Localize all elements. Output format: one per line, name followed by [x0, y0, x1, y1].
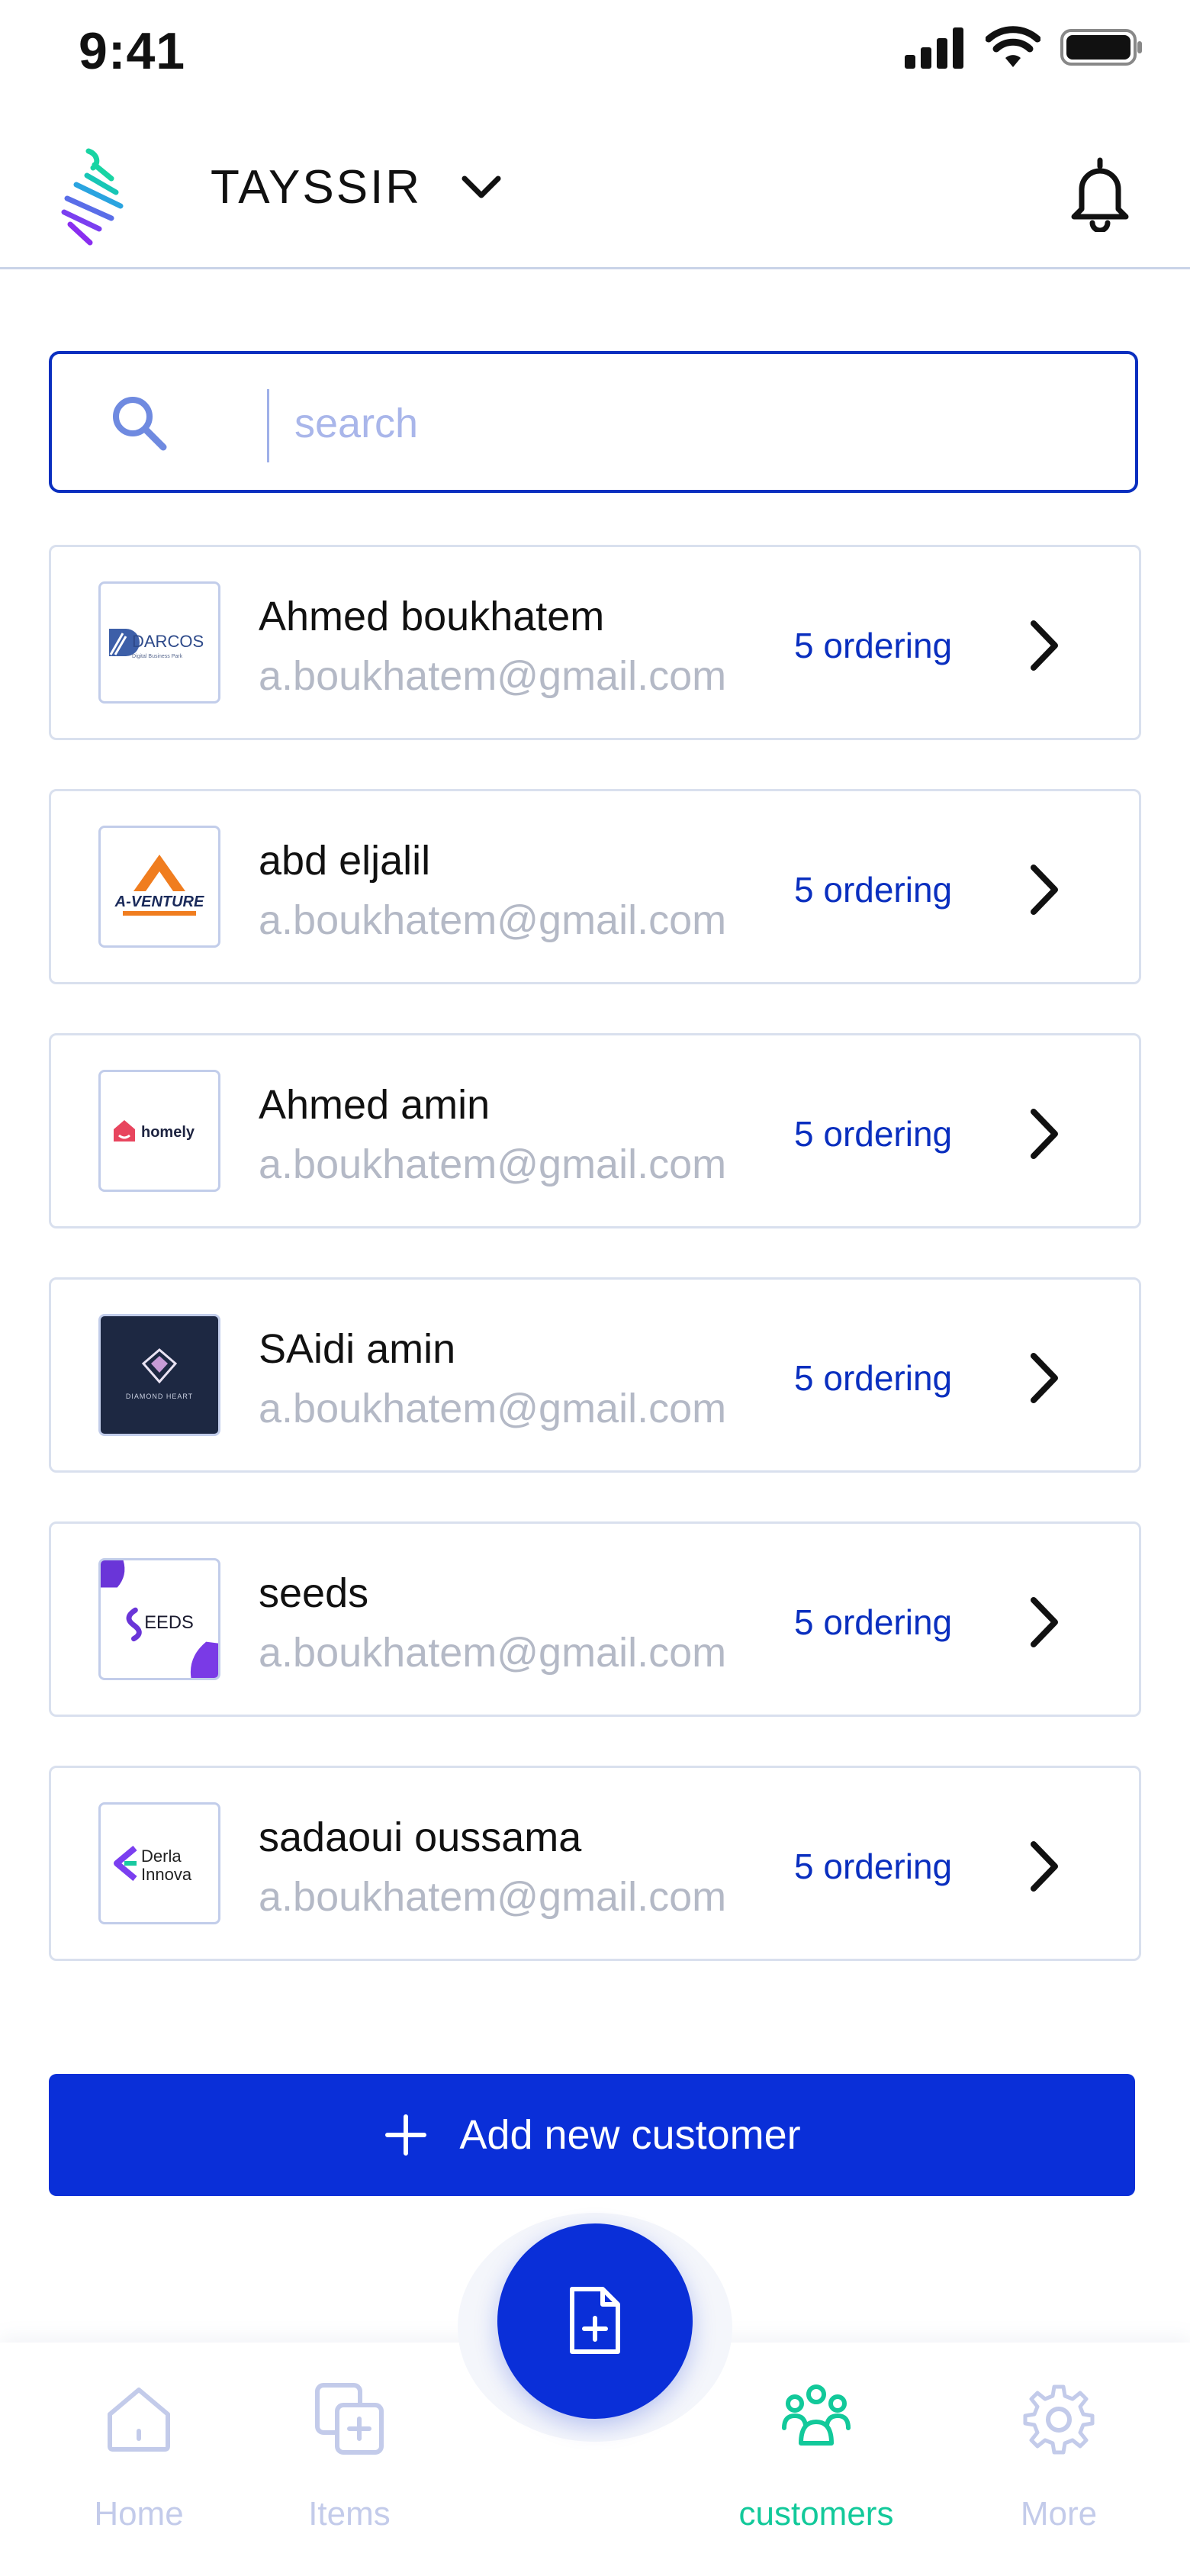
status-time: 9:41 — [79, 22, 186, 80]
brand-logo — [61, 148, 124, 246]
workspace-selector[interactable]: TAYSSIR — [211, 160, 503, 214]
customer-name: Ahmed amin — [259, 1082, 490, 1128]
customer-name: SAidi amin — [259, 1326, 456, 1372]
customer-name: sadaoui oussama — [259, 1814, 582, 1860]
customer-logo-derla-innova: Derla Innova — [98, 1802, 220, 1924]
customer-logo-darcos: DARCOS Digital Business Park — [98, 581, 220, 704]
customer-orders-count: 5 ordering — [794, 870, 953, 910]
customer-email: a.boukhatem@gmail.com — [259, 1141, 727, 1187]
customer-card[interactable]: A-VENTURE abd eljalil a.boukhatem@gmail.… — [49, 789, 1141, 984]
nav-customers-label: customers — [738, 2495, 894, 2533]
search-icon — [113, 397, 167, 451]
wifi-icon — [986, 26, 1040, 67]
customer-orders-count: 5 ordering — [794, 1602, 953, 1642]
svg-text:Derla: Derla — [141, 1847, 182, 1866]
svg-text:A-VENTURE: A-VENTURE — [114, 894, 204, 910]
nav-home[interactable]: Home — [40, 2381, 238, 2556]
customer-name: abd eljalil — [259, 838, 431, 884]
nav-home-label: Home — [94, 2495, 184, 2533]
customer-orders-count: 5 ordering — [794, 1847, 953, 1886]
customer-name: seeds — [259, 1570, 369, 1616]
customer-card[interactable]: homely Ahmed amin a.boukhatem@gmail.com … — [49, 1033, 1141, 1228]
new-document-button[interactable] — [497, 2223, 693, 2419]
customer-card[interactable]: DARCOS Digital Business Park Ahmed boukh… — [49, 545, 1141, 740]
svg-text:EEDS: EEDS — [144, 1613, 194, 1633]
customer-name: Ahmed boukhatem — [259, 594, 605, 639]
chevron-right-icon — [1031, 1109, 1058, 1159]
chevron-right-icon — [1031, 620, 1058, 671]
customer-orders-count: 5 ordering — [794, 626, 953, 665]
nav-items-label: Items — [308, 2495, 391, 2533]
search-input[interactable] — [293, 385, 1105, 462]
customer-email: a.boukhatem@gmail.com — [259, 653, 727, 699]
customer-email: a.boukhatem@gmail.com — [259, 897, 727, 943]
svg-text:Digital Business Park: Digital Business Park — [132, 654, 183, 659]
add-customer-button[interactable]: Add new customer — [49, 2074, 1135, 2196]
customer-email: a.boukhatem@gmail.com — [259, 1386, 727, 1431]
chevron-down-icon — [462, 175, 501, 198]
battery-icon — [1060, 29, 1142, 66]
gear-icon — [1023, 2384, 1095, 2455]
search-divider — [267, 389, 269, 462]
chevron-right-icon — [1031, 1597, 1058, 1647]
status-bar: 9:41 — [0, 0, 1190, 107]
workspace-name: TAYSSIR — [211, 161, 423, 214]
home-icon — [108, 2388, 170, 2452]
svg-text:Innova: Innova — [141, 1865, 192, 1884]
nav-more[interactable]: More — [960, 2381, 1158, 2556]
nav-items[interactable]: Items — [250, 2381, 449, 2556]
new-document-icon — [570, 2287, 620, 2354]
items-icon — [315, 2383, 384, 2455]
svg-text:DIAMOND HEART: DIAMOND HEART — [126, 1393, 193, 1400]
customer-logo-diamond-heart: DIAMOND HEART — [98, 1314, 220, 1436]
app-header: TAYSSIR — [0, 130, 1190, 269]
notification-bell-icon[interactable] — [1068, 156, 1132, 232]
customer-card[interactable]: DIAMOND HEART SAidi amin a.boukhatem@gma… — [49, 1277, 1141, 1473]
customer-logo-aventure: A-VENTURE — [98, 826, 220, 948]
customer-card[interactable]: EEDS seeds a.boukhatem@gmail.com 5 order… — [49, 1521, 1141, 1717]
svg-text:DARCOS: DARCOS — [132, 632, 204, 651]
nav-customers[interactable]: customers — [717, 2381, 915, 2556]
chevron-right-icon — [1031, 1353, 1058, 1403]
customer-card[interactable]: Derla Innova sadaoui oussama a.boukhatem… — [49, 1766, 1141, 1961]
add-customer-label: Add new customer — [459, 2112, 801, 2158]
customer-orders-count: 5 ordering — [794, 1114, 953, 1154]
search-bar[interactable] — [49, 351, 1138, 493]
nav-more-label: More — [1020, 2495, 1098, 2533]
customers-icon — [782, 2384, 851, 2446]
svg-text:homely: homely — [141, 1124, 195, 1141]
customer-email: a.boukhatem@gmail.com — [259, 1630, 727, 1676]
customer-logo-seeds: EEDS — [98, 1558, 220, 1680]
customer-orders-count: 5 ordering — [794, 1358, 953, 1398]
signal-icon — [905, 27, 963, 69]
customer-email: a.boukhatem@gmail.com — [259, 1874, 727, 1920]
chevron-right-icon — [1031, 1841, 1058, 1892]
status-icons — [905, 26, 1144, 69]
chevron-right-icon — [1031, 865, 1058, 915]
plus-icon — [385, 2114, 427, 2156]
customer-logo-homely: homely — [98, 1070, 220, 1192]
